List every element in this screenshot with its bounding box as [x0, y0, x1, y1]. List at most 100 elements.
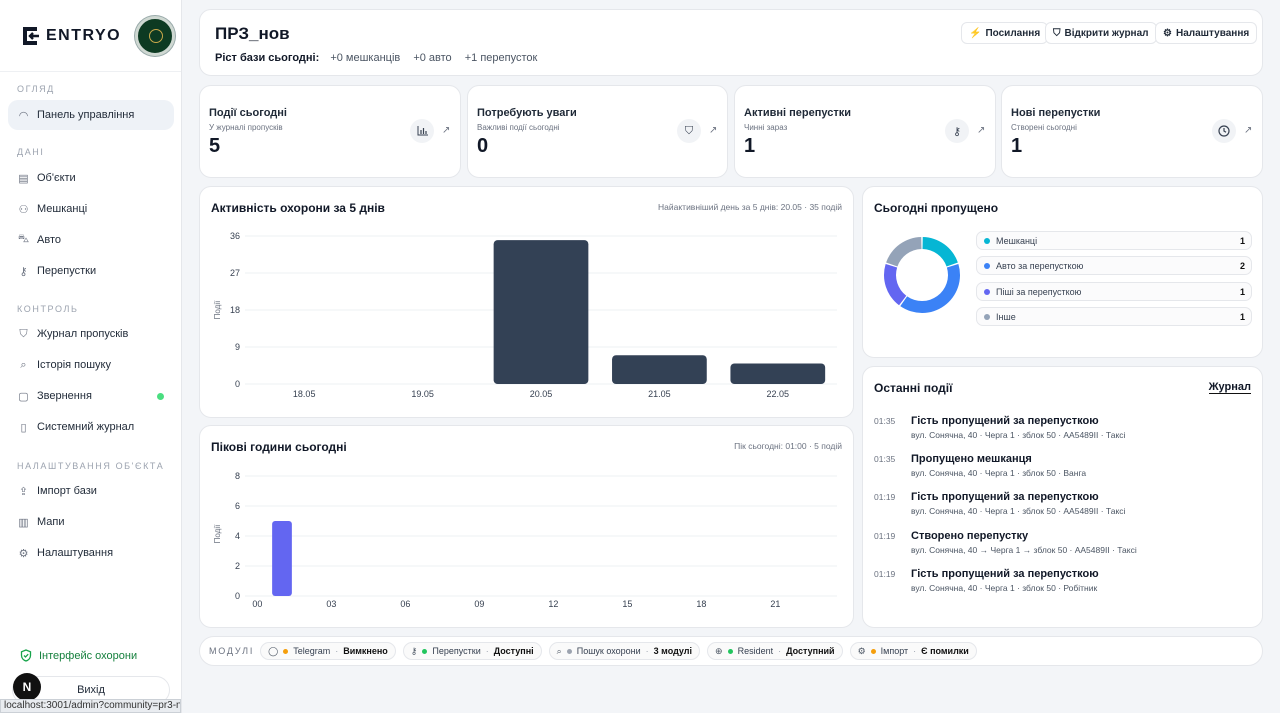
stat-subtitle: Важливі події сьогодні — [477, 123, 560, 132]
links-button[interactable]: ⚡ Посилання — [961, 22, 1049, 44]
sidebar-item-residents[interactable]: ⚇ Мешканці — [8, 194, 174, 224]
sidebar-item-system-log[interactable]: ▯ Системний журнал — [8, 412, 174, 442]
legend-count: 1 — [1239, 235, 1245, 246]
module-name: Перепустки — [432, 646, 481, 656]
stat-value: 1 — [744, 135, 756, 157]
shield-icon: ⛉ — [677, 119, 701, 143]
users-icon: ⚇ — [18, 203, 29, 216]
module-status: Доступні — [493, 646, 534, 656]
sidebar-item-label: Перепустки — [37, 265, 97, 277]
peak-hours-bar-chart: 0 2 4 6 8 Події 00 03 06 09 12 15 18 21 — [213, 471, 837, 609]
arrow-up-right-icon[interactable]: ↗ — [442, 125, 450, 136]
x-tick-label: 06 — [400, 599, 410, 609]
sidebar-item-dashboard[interactable]: ◠ Панель управління — [8, 100, 174, 130]
sidebar-item-search-history[interactable]: ⌕ Історія пошуку — [8, 350, 174, 380]
stat-subtitle: Чинні зараз — [744, 123, 788, 132]
sidebar-item-passes[interactable]: ⚷ Перепустки — [8, 256, 174, 286]
search-icon: ⌕ — [20, 358, 27, 371]
links-button-label: Посилання — [985, 27, 1041, 39]
legend-item-pedestrians-by-pass: Піші за перепусткою 1 — [976, 282, 1252, 301]
sidebar-item-label: Імпорт бази — [37, 485, 97, 497]
legend-swatch — [984, 313, 990, 320]
bar — [272, 521, 292, 596]
recent-events-card: Останні події Журнал 01:35 Гість пропуще… — [862, 366, 1263, 628]
x-tick-label: 00 — [252, 599, 262, 609]
module-resident[interactable]: ⊕ Resident · Доступний — [707, 642, 843, 660]
x-tick-label: 21.05 — [648, 389, 671, 399]
building-icon: ▤ — [18, 172, 29, 185]
module-import[interactable]: ⚙ Імпорт · Є помилки — [849, 642, 977, 660]
y-tick-label: 2 — [235, 561, 240, 571]
sidebar-item-objects[interactable]: ▤ Об'єкти — [8, 163, 174, 193]
stat-value: 1 — [1011, 135, 1023, 157]
event-title: Гість пропущений за перепусткою — [911, 568, 1099, 580]
sidebar-item-label: Об'єкти — [37, 172, 76, 184]
sidebar: ENTRYO ОГЛЯД ◠ Панель управління ДАНІ ▤ … — [0, 0, 182, 713]
event-time: 01:35 — [874, 454, 896, 464]
x-tick-label: 22.05 — [767, 389, 790, 399]
entryo-logo-icon — [23, 26, 39, 45]
x-tick-label: 09 — [474, 599, 484, 609]
event-time: 01:19 — [874, 531, 896, 541]
stat-card-attention[interactable]: Потребують уваги Важливі події сьогодні … — [467, 85, 728, 178]
bar-chart-icon — [410, 119, 434, 143]
settings-button[interactable]: ⚙ Налаштування — [1155, 22, 1258, 44]
x-tick-label: 03 — [326, 599, 336, 609]
stat-card-events-today[interactable]: Події сьогодні У журналі пропусків 5 ↗ — [199, 85, 461, 178]
guard-interface-link[interactable]: Інтерфейс охорони — [20, 649, 137, 662]
dashboard-icon: ◠ — [18, 109, 29, 122]
stat-value: 5 — [209, 135, 221, 157]
x-tick-label: 20.05 — [530, 389, 553, 399]
sidebar-item-label: Системний журнал — [37, 421, 135, 433]
modules-label: МОДУЛІ — [209, 646, 255, 656]
open-log-button[interactable]: ⛉ Відкрити журнал — [1045, 22, 1157, 44]
clock-icon — [1212, 119, 1236, 143]
avatar[interactable]: N — [13, 673, 41, 701]
x-tick-label: 21 — [770, 599, 780, 609]
arrow-up-right-icon[interactable]: ↗ — [1244, 125, 1252, 136]
stat-subtitle: У журналі пропусків — [209, 123, 283, 132]
section-object-settings: НАЛАШТУВАННЯ ОБ'ЄКТА — [17, 461, 165, 471]
section-overview: ОГЛЯД — [17, 84, 55, 94]
legend-item-other: Інше 1 — [976, 307, 1252, 326]
module-status: Доступний — [786, 646, 835, 656]
stat-card-new-passes[interactable]: Нові перепустки Створені сьогодні 1 ↗ — [1001, 85, 1263, 178]
chat-icon: ◯ — [268, 645, 279, 656]
x-tick-label: 15 — [622, 599, 632, 609]
legend-count: 1 — [1239, 286, 1245, 297]
stat-title: Події сьогодні — [209, 107, 287, 119]
gear-icon: ⚙ — [1163, 27, 1172, 39]
community-emblem[interactable] — [135, 16, 175, 56]
sidebar-item-requests[interactable]: ▢ Звернення — [8, 381, 174, 411]
module-status: Є помилки — [921, 646, 969, 656]
module-telegram[interactable]: ◯ Telegram · Вимкнено — [260, 642, 396, 660]
legend-swatch — [984, 288, 990, 295]
legend-swatch — [984, 262, 990, 269]
y-tick-label: 4 — [235, 531, 240, 541]
module-status: 3 модулі — [653, 646, 693, 656]
legend-label: Мешканці — [996, 235, 1038, 246]
module-passes[interactable]: ⚷ Перепустки · Доступні — [402, 642, 542, 660]
legend-label: Авто за перепусткою — [996, 260, 1084, 271]
sidebar-item-pass-log[interactable]: ⛉ Журнал пропусків — [8, 319, 174, 349]
sidebar-item-label: Журнал пропусків — [37, 328, 129, 340]
sidebar-item-settings[interactable]: ⚙ Налаштування — [8, 538, 174, 568]
module-guard-search[interactable]: ⌕ Пошук охорони · 3 модулі — [548, 642, 701, 660]
event-title: Гість пропущений за перепусткою — [911, 415, 1099, 427]
arrow-up-right-icon[interactable]: ↗ — [977, 125, 985, 136]
event-detail: вул. Сонячна, 40 · Черга 1 · зблок 50 · … — [911, 583, 1098, 593]
stat-value: 0 — [477, 135, 489, 157]
stat-card-active-passes[interactable]: Активні перепустки Чинні зараз 1 ⚷ ↗ — [734, 85, 996, 178]
y-tick-label: 8 — [235, 471, 240, 481]
x-tick-label: 18 — [696, 599, 706, 609]
sidebar-item-import[interactable]: ⇪ Імпорт бази — [8, 476, 174, 506]
growth-label: Ріст бази сьогодні: — [215, 52, 320, 64]
open-log-button-label: Відкрити журнал — [1064, 27, 1149, 39]
passed-today-donut-chart — [883, 237, 961, 314]
search-icon: ⌕ — [556, 645, 562, 656]
journal-link[interactable]: Журнал — [1208, 381, 1251, 394]
stat-title: Нові перепустки — [1011, 107, 1101, 119]
sidebar-item-cars[interactable]: ⛍ Авто — [8, 225, 174, 255]
arrow-up-right-icon[interactable]: ↗ — [709, 125, 717, 136]
sidebar-item-maps[interactable]: ▥ Мапи — [8, 507, 174, 537]
